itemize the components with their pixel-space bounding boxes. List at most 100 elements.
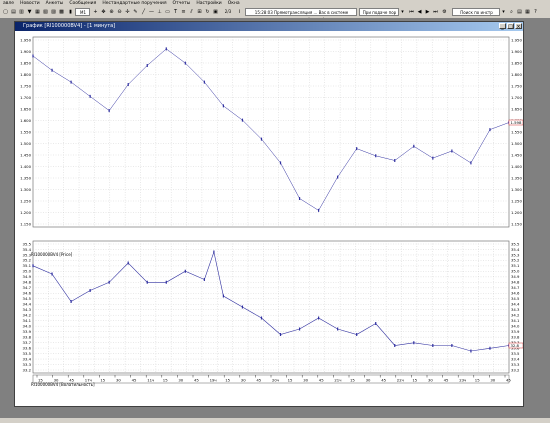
search-icon[interactable]: ⌕ bbox=[508, 8, 515, 16]
zoom-in-icon[interactable]: ⊕ bbox=[108, 8, 115, 16]
y-tick-label-right: 34.1 bbox=[511, 318, 520, 323]
time-tick-label: 45 bbox=[381, 377, 386, 382]
maximize-icon[interactable]: □ bbox=[507, 23, 514, 30]
y-tick-label-right: 1.400 bbox=[511, 164, 522, 169]
calc-icon[interactable]: ▦ bbox=[524, 8, 531, 16]
menu-item[interactable]: авле bbox=[3, 1, 14, 6]
lock-icon[interactable]: ▣ bbox=[212, 8, 219, 16]
minimize-icon[interactable]: _ bbox=[499, 23, 506, 30]
chart-bar-icon[interactable]: ▮ bbox=[67, 8, 74, 16]
first-icon[interactable]: ⏮ bbox=[408, 8, 415, 16]
data-point bbox=[260, 137, 263, 141]
y-tick-label-left: 33.2 bbox=[23, 367, 32, 372]
menu-item[interactable]: Сообщения bbox=[69, 1, 96, 6]
grid-icon[interactable]: ⊞ bbox=[196, 8, 203, 16]
move-icon[interactable]: ✥ bbox=[100, 8, 107, 16]
data-point bbox=[203, 278, 205, 281]
time-tick-label: 15 bbox=[225, 377, 230, 382]
data-point bbox=[375, 322, 377, 325]
news-dropdown[interactable]: При подаче пор bbox=[359, 8, 399, 16]
fib-icon[interactable]: ≡ bbox=[180, 8, 187, 16]
y-tick-label-left: 1.250 bbox=[20, 198, 31, 203]
y-tick-label-left: 33.9 bbox=[23, 329, 32, 334]
search-input[interactable]: Поиск по инстр bbox=[452, 8, 500, 16]
book-icon[interactable]: ▨ bbox=[50, 8, 57, 16]
table-icon[interactable]: ▦ bbox=[34, 8, 41, 16]
y-tick-label-left: 1.350 bbox=[20, 175, 31, 180]
y-tick-label-left: 34.3 bbox=[23, 307, 32, 312]
chart-area[interactable]: 1.950 1.950 1.900 1.900 1.850 1.850 1.800 1.800… bbox=[15, 31, 523, 406]
y-tick-label-right: 34.8 bbox=[511, 280, 520, 285]
last-icon[interactable]: ⏭ bbox=[432, 8, 439, 16]
y-tick-label-right: 34.5 bbox=[511, 296, 520, 301]
doc-icon[interactable]: ▤ bbox=[516, 8, 523, 16]
time-tick-label: 30 bbox=[178, 377, 183, 382]
cursor-icon[interactable]: ✢ bbox=[124, 8, 131, 16]
time-tick-label: 15 bbox=[163, 377, 168, 382]
data-point bbox=[241, 305, 244, 309]
volatility-panel-label: RI100000BV4 [Волатильность] bbox=[31, 382, 95, 387]
menu-item[interactable]: Отчеты bbox=[173, 1, 191, 6]
y-tick-label-right: 1.150 bbox=[511, 221, 522, 226]
plot-frame bbox=[32, 240, 510, 374]
line-icon[interactable]: ╱ bbox=[140, 8, 147, 16]
chart-icon[interactable]: ▥ bbox=[18, 8, 25, 16]
menu-item[interactable]: Новости bbox=[20, 1, 40, 6]
menu-bar: авле Новости Анкеты Сообщения Нестандарт… bbox=[0, 0, 550, 7]
next-icon[interactable]: ▶ bbox=[424, 8, 431, 16]
settings-icon[interactable]: ⚙ bbox=[441, 8, 448, 16]
channel-icon[interactable]: ⫽ bbox=[188, 8, 195, 16]
price-panel-label: RI100000BV4 [Price] bbox=[31, 252, 73, 257]
menu-item[interactable]: Настройки bbox=[196, 1, 221, 6]
cross-icon[interactable]: + bbox=[92, 8, 99, 16]
time-tick-label: 45 bbox=[132, 377, 137, 382]
y-tick-label-right: 35.0 bbox=[511, 269, 520, 274]
y-tick-label-left: 1.550 bbox=[20, 129, 31, 134]
status-strip bbox=[0, 418, 550, 423]
info-icon[interactable]: i bbox=[236, 8, 243, 16]
menu-item[interactable]: Анкеты bbox=[46, 1, 64, 6]
quantity-field[interactable]: М1 bbox=[75, 8, 90, 16]
hline-icon[interactable]: — bbox=[148, 8, 155, 16]
y-tick-label-right: 1.250 bbox=[511, 198, 522, 203]
order-icon[interactable]: ▧ bbox=[42, 8, 49, 16]
menu-item[interactable]: Окна bbox=[228, 1, 240, 6]
data-point bbox=[51, 68, 53, 72]
help-icon[interactable]: ? bbox=[532, 8, 539, 16]
y-tick-label-left: 34.7 bbox=[23, 285, 32, 290]
y-tick-label-right: 1.750 bbox=[511, 83, 522, 88]
open-icon[interactable]: ▤ bbox=[10, 8, 17, 16]
new-icon[interactable]: ▢ bbox=[2, 8, 9, 16]
close-icon[interactable]: × bbox=[515, 23, 522, 30]
tools-icon[interactable]: ⊥ bbox=[156, 8, 163, 16]
pencil-icon[interactable]: ✎ bbox=[132, 8, 139, 16]
zoom-level: 2/3 bbox=[224, 9, 232, 14]
data-point bbox=[165, 47, 167, 51]
y-tick-label-left: 1.600 bbox=[20, 118, 31, 123]
y-tick-label-left: 1.750 bbox=[20, 83, 31, 88]
window-title: График [RI100000BV4] - [1 минута] bbox=[23, 23, 116, 29]
data-point bbox=[213, 250, 215, 254]
text-icon[interactable]: T bbox=[172, 8, 179, 16]
chart-window: График [RI100000BV4] - [1 минута] _ □ × … bbox=[14, 21, 524, 407]
prev-icon[interactable]: ◀ bbox=[416, 8, 423, 16]
rect-icon[interactable]: ▭ bbox=[164, 8, 171, 16]
data-point bbox=[70, 300, 72, 303]
y-tick-label-right: 33.5 bbox=[511, 351, 520, 356]
y-tick-label-right: 1.350 bbox=[511, 175, 522, 180]
data-point bbox=[127, 261, 129, 265]
print-icon[interactable]: ▩ bbox=[58, 8, 65, 16]
y-tick-label-right: 1.700 bbox=[511, 95, 522, 100]
refresh-icon[interactable]: ↻ bbox=[204, 8, 211, 16]
window-titlebar[interactable]: График [RI100000BV4] - [1 минута] _ □ × bbox=[15, 22, 523, 31]
data-point bbox=[394, 344, 396, 347]
zoom-out-icon[interactable]: ⊖ bbox=[116, 8, 123, 16]
news-ticker[interactable]: 15:28:03 Прямотрансляция ... Вас в систе… bbox=[245, 8, 357, 22]
y-tick-label-right: 33.4 bbox=[511, 356, 520, 361]
y-tick-label-left: 1.450 bbox=[20, 152, 31, 157]
menu-item[interactable]: Нестандартные поручения bbox=[102, 1, 166, 6]
y-tick-label-left: 33.4 bbox=[23, 356, 32, 361]
chevron-down-icon[interactable]: ▾ bbox=[399, 8, 406, 16]
filter-icon[interactable]: ▼ bbox=[26, 8, 33, 16]
chevron-down-icon[interactable]: ▾ bbox=[500, 8, 507, 16]
